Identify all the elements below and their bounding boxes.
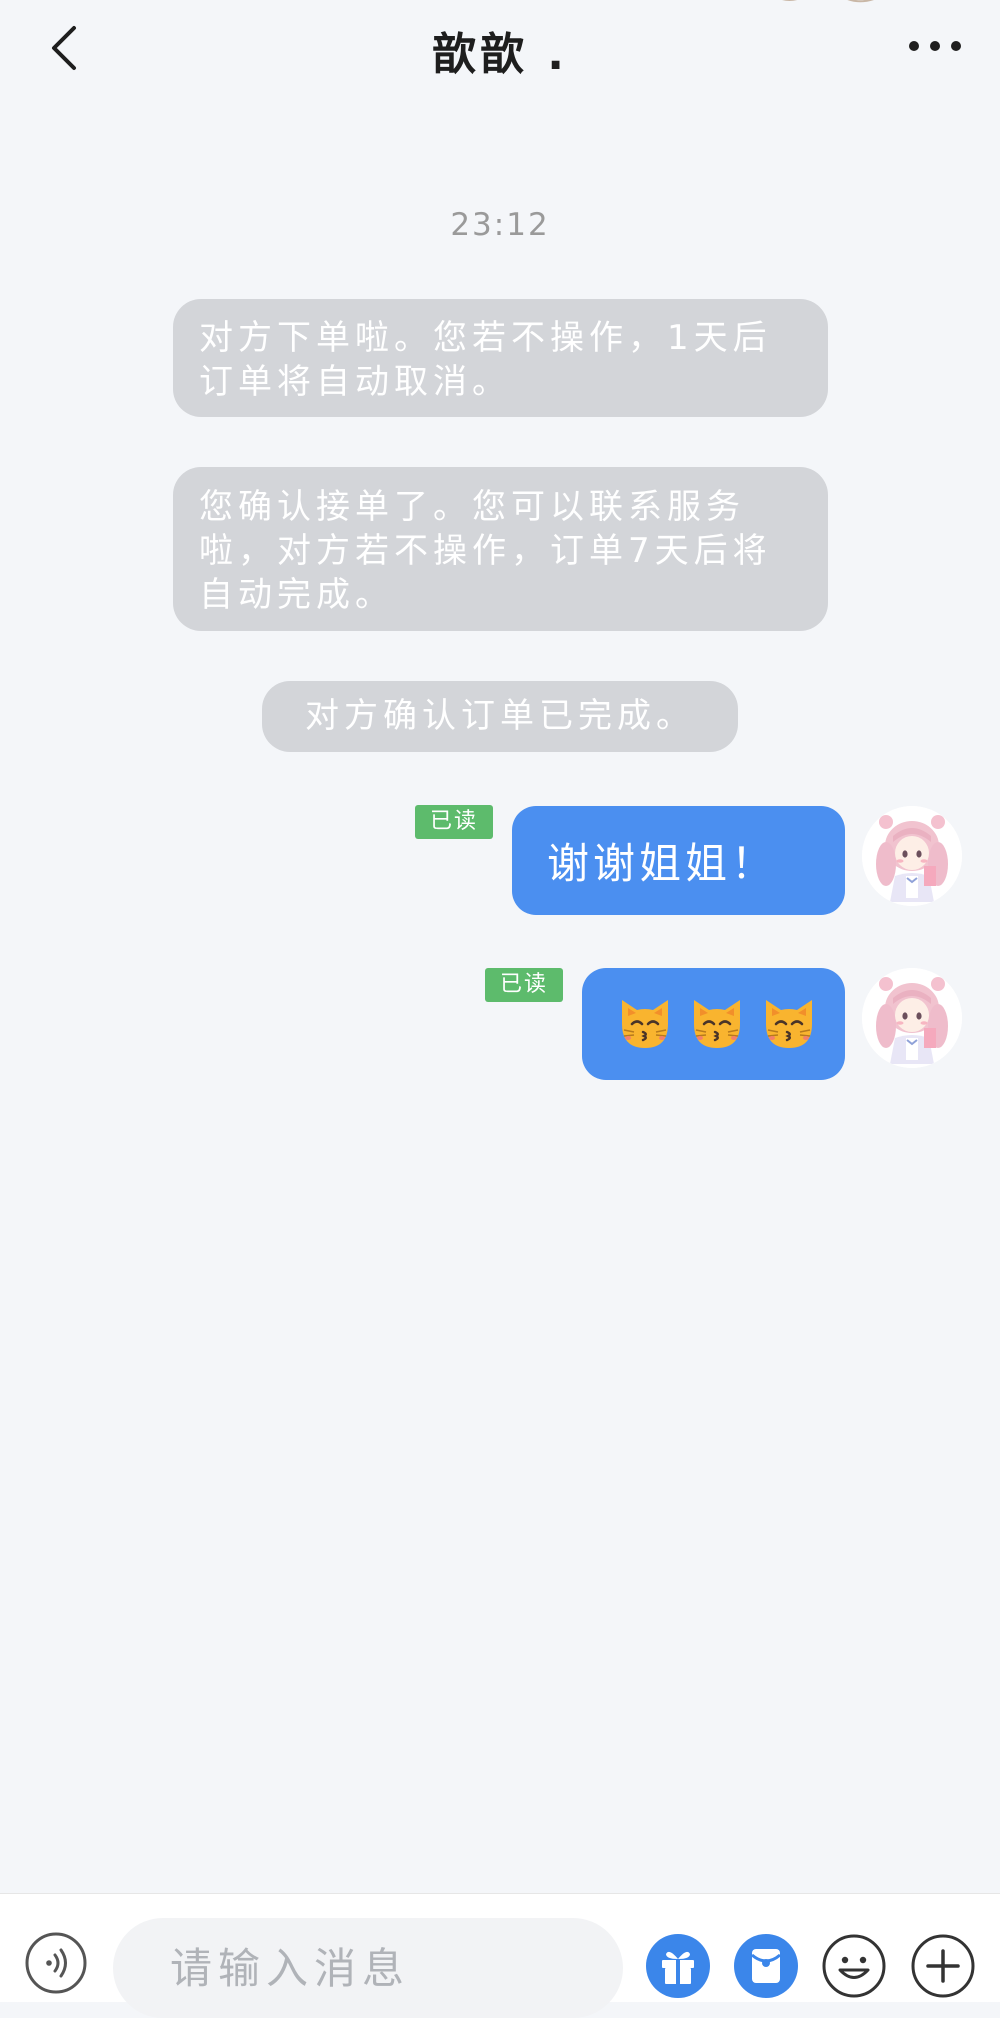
- read-status-badge: 已读: [485, 968, 563, 1002]
- kissing-cat-icon: [622, 1000, 668, 1048]
- voice-icon[interactable]: [24, 1931, 88, 1995]
- kissing-cat-icon: [766, 1000, 812, 1048]
- message-text: 谢谢姐姐！: [547, 839, 778, 888]
- read-status-badge: 已读: [415, 805, 493, 839]
- kissing-cat-icon: [694, 1000, 740, 1048]
- avatar[interactable]: [862, 806, 962, 906]
- sent-message-bubble[interactable]: [582, 968, 845, 1080]
- avatar[interactable]: [862, 968, 962, 1068]
- smiley-icon[interactable]: [821, 1933, 887, 1999]
- system-notice-order-completed: 对方确认订单已完成。: [262, 681, 738, 752]
- anime-girl-avatar-icon: [862, 968, 962, 1068]
- red-packet-icon[interactable]: [733, 1933, 799, 1999]
- anime-girl-avatar-icon: [862, 806, 962, 906]
- sent-message-bubble[interactable]: 谢谢姐姐！: [512, 806, 845, 915]
- message-timestamp: 23:12: [450, 207, 550, 243]
- header-decoration: [782, 0, 874, 3]
- system-notice-order-placed: 对方下单啦。您若不操作，1天后订单将自动取消。: [173, 299, 828, 417]
- gift-icon[interactable]: [645, 1933, 711, 1999]
- plus-icon[interactable]: [910, 1933, 976, 1999]
- message-input[interactable]: [113, 1918, 623, 2018]
- system-notice-order-accepted: 您确认接单了。您可以联系服务啦，对方若不操作，订单7天后将自动完成。: [173, 467, 828, 631]
- chat-header: 歆歆 .: [0, 0, 1000, 100]
- page-title: 歆歆 .: [431, 29, 569, 80]
- more-icon[interactable]: [905, 36, 965, 56]
